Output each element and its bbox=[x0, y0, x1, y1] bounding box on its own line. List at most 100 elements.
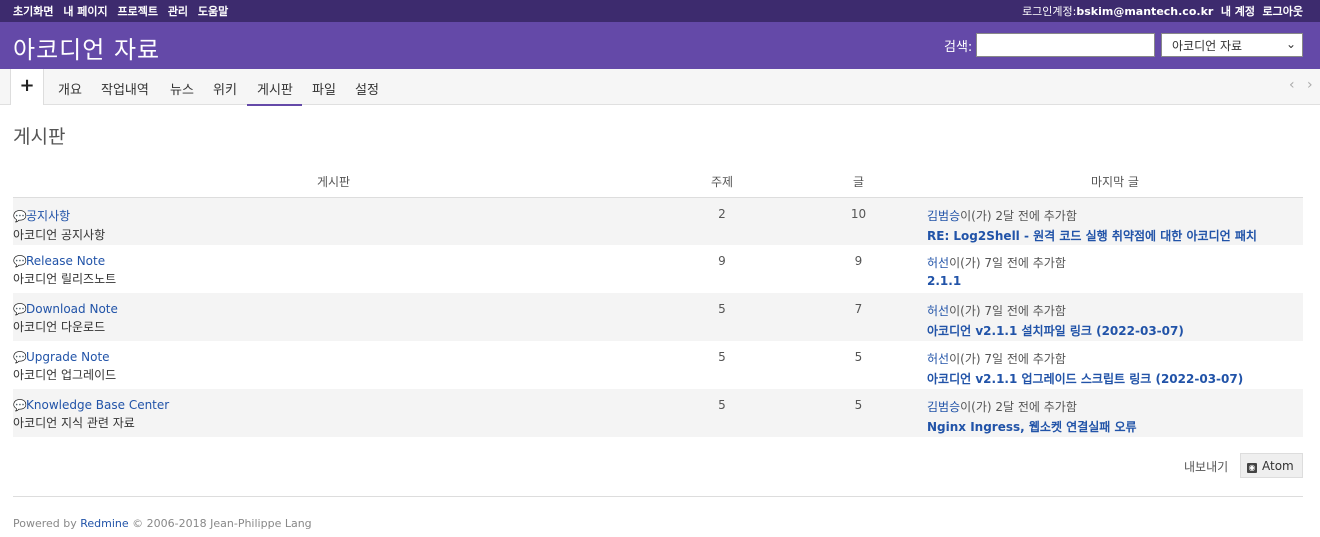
last-message-link[interactable]: 아코디언 v2.1.1 업그레이드 스크립트 링크 (2022-03-07) bbox=[927, 370, 1303, 387]
tab-settings[interactable]: 설정 bbox=[355, 79, 379, 98]
comments-icon: 💬 bbox=[13, 399, 27, 412]
table-row: 💬Release Note 아코디언 릴리즈노트 9 9 허선이(가) 7일 전에 추가… bbox=[13, 245, 1303, 293]
top-link-my-page[interactable]: 내 페이지 bbox=[63, 5, 107, 18]
board-link[interactable]: 공지사항 bbox=[26, 209, 70, 223]
last-author-link[interactable]: 허선 bbox=[927, 352, 949, 366]
table-header-row: 게시판 주제 글 마지막 글 bbox=[13, 166, 1303, 198]
atom-label: Atom bbox=[1262, 459, 1294, 473]
login-prefix: 로그인계정: bbox=[1022, 5, 1077, 18]
last-added-text: 이(가) 2달 전에 추가함 bbox=[960, 400, 1077, 414]
topics-count: 2 bbox=[654, 197, 790, 245]
board-link[interactable]: Knowledge Base Center bbox=[26, 398, 169, 412]
table-row: 💬Download Note 아코디언 다운로드 5 7 허선이(가) 7일 전에 추가… bbox=[13, 293, 1303, 341]
project-select-value: 아코디언 자료 bbox=[1172, 39, 1243, 53]
boards-table: 게시판 주제 글 마지막 글 💬공지사항 아코디언 공지사항 2 10 김범승이(가) … bbox=[13, 166, 1303, 437]
login-user[interactable]: bskim@mantech.co.kr bbox=[1076, 5, 1213, 18]
tabs-scroll-right-icon[interactable]: › bbox=[1307, 77, 1313, 93]
board-cell: 💬Download Note 아코디언 다운로드 bbox=[13, 293, 654, 341]
last-author-link[interactable]: 허선 bbox=[927, 304, 949, 318]
board-description: 아코디언 지식 관련 자료 bbox=[13, 416, 135, 430]
search-input[interactable] bbox=[976, 33, 1155, 57]
last-message-cell: 김범승이(가) 2달 전에 추가함 Nginx Ingress, 웹소켓 연결실패… bbox=[927, 389, 1303, 437]
comments-icon: 💬 bbox=[13, 303, 27, 316]
messages-count: 7 bbox=[790, 293, 927, 341]
messages-count: 10 bbox=[790, 197, 927, 245]
board-cell: 💬공지사항아코디언 공지사항 bbox=[13, 197, 654, 245]
last-added-text: 이(가) 7일 전에 추가함 bbox=[949, 304, 1066, 318]
last-message-link[interactable]: Nginx Ingress, 웹소켓 연결실패 오류 bbox=[927, 418, 1303, 435]
last-message-link[interactable]: 아코디언 v2.1.1 설치파일 링크 (2022-03-07) bbox=[927, 322, 1303, 339]
last-author-link[interactable]: 허선 bbox=[927, 256, 949, 270]
messages-count: 5 bbox=[790, 389, 927, 437]
tab-overview[interactable]: 개요 bbox=[58, 79, 82, 98]
search-label: 검색: bbox=[944, 40, 973, 55]
topics-count: 5 bbox=[654, 293, 790, 341]
top-link-help[interactable]: 도움말 bbox=[198, 5, 228, 18]
comments-icon: 💬 bbox=[13, 255, 27, 268]
tab-wiki[interactable]: 위키 bbox=[213, 79, 237, 98]
tabs-scroll-left-icon[interactable]: ‹ bbox=[1289, 77, 1295, 93]
last-message-link[interactable]: 2.1.1 bbox=[927, 274, 1303, 288]
footer-prefix: Powered by bbox=[13, 517, 81, 530]
last-message-link[interactable]: RE: Log2Shell - 원격 코드 실행 취약점에 대한 아코디언 패치 bbox=[927, 227, 1303, 244]
board-link[interactable]: Upgrade Note bbox=[26, 350, 110, 364]
col-board: 게시판 bbox=[13, 166, 654, 198]
export-label: 내보내기 bbox=[1184, 460, 1229, 474]
last-message-cell: 허선이(가) 7일 전에 추가함 2.1.1 bbox=[927, 245, 1303, 293]
top-menu: 초기화면 내 페이지 프로젝트 관리 도움말 로그인계정:bskim@mante… bbox=[0, 0, 1320, 22]
footer-suffix: © 2006-2018 Jean-Philippe Lang bbox=[128, 517, 312, 530]
board-description: 아코디언 공지사항 bbox=[13, 227, 106, 242]
last-message-cell: 김범승이(가) 2달 전에 추가함 RE: Log2Shell - 원격 코드 실… bbox=[927, 197, 1303, 245]
comments-icon: 💬 bbox=[13, 209, 27, 223]
last-message-cell: 허선이(가) 7일 전에 추가함 아코디언 v2.1.1 업그레이드 스크립트 링… bbox=[927, 341, 1303, 389]
tab-activity[interactable]: 작업내역 bbox=[101, 79, 149, 98]
project-jump-select[interactable]: 아코디언 자료 ⌄ bbox=[1161, 33, 1303, 57]
new-object-button[interactable]: + bbox=[10, 69, 44, 105]
topics-count: 5 bbox=[654, 389, 790, 437]
table-row: 💬공지사항 아코디언 공지사항 2 10 김범승이(가) 2달 전에 추가함 RE: Lo… bbox=[13, 197, 1303, 245]
atom-feed-button[interactable]: ◉ Atom bbox=[1240, 453, 1303, 478]
topics-count: 5 bbox=[718, 350, 726, 364]
messages-count: 9 bbox=[854, 254, 863, 268]
top-link-home[interactable]: 초기화면 bbox=[13, 5, 53, 18]
board-description: 아코디언 릴리즈노트 bbox=[13, 272, 117, 286]
footer-text: Powered by Redmine © 2006-2018 Jean-Phil… bbox=[13, 517, 312, 530]
page-title: 게시판 bbox=[13, 126, 66, 148]
board-link[interactable]: Download Note bbox=[26, 302, 118, 316]
project-title: 아코디언 자료 bbox=[13, 36, 161, 64]
board-cell: 💬Upgrade Note 아코디언 업그레이드 bbox=[13, 341, 654, 389]
table-row: 💬Knowledge Base Center 아코디언 지식 관련 자료 5 5 김범승… bbox=[13, 389, 1303, 437]
chevron-down-icon: ⌄ bbox=[1285, 37, 1296, 51]
redmine-link[interactable]: Redmine bbox=[80, 517, 128, 530]
header: 아코디언 자료 검색: 아코디언 자료 ⌄ bbox=[0, 22, 1320, 69]
my-account-link[interactable]: 내 계정 bbox=[1221, 5, 1255, 18]
top-menu-left: 초기화면 내 페이지 프로젝트 관리 도움말 bbox=[13, 3, 234, 19]
board-cell: 💬Release Note 아코디언 릴리즈노트 bbox=[13, 245, 654, 293]
tab-boards[interactable]: 게시판 bbox=[247, 79, 302, 106]
board-link[interactable]: Release Note bbox=[26, 254, 105, 268]
col-topics: 주제 bbox=[654, 166, 790, 198]
col-last-message: 마지막 글 bbox=[927, 166, 1303, 198]
account-menu: 로그인계정:bskim@mantech.co.kr 내 계정 로그아웃 bbox=[1018, 3, 1303, 19]
messages-count: 5 bbox=[854, 350, 863, 364]
board-description: 아코디언 업그레이드 bbox=[13, 368, 117, 382]
footer: Powered by Redmine © 2006-2018 Jean-Phil… bbox=[13, 496, 1303, 530]
last-added-text: 이(가) 7일 전에 추가함 bbox=[949, 256, 1066, 270]
topics-count: 9 bbox=[718, 254, 726, 268]
table-row: 💬Upgrade Note 아코디언 업그레이드 5 5 허선이(가) 7일 전에 추가… bbox=[13, 341, 1303, 389]
top-link-projects[interactable]: 프로젝트 bbox=[117, 5, 157, 18]
top-link-admin[interactable]: 관리 bbox=[168, 5, 188, 18]
comments-icon: 💬 bbox=[13, 351, 27, 364]
tab-files[interactable]: 파일 bbox=[312, 79, 336, 98]
feed-icon: ◉ bbox=[1247, 463, 1257, 473]
board-description: 아코디언 다운로드 bbox=[13, 320, 106, 334]
tab-news[interactable]: 뉴스 bbox=[170, 79, 194, 98]
last-added-text: 이(가) 2달 전에 추가함 bbox=[960, 208, 1077, 223]
board-cell: 💬Knowledge Base Center 아코디언 지식 관련 자료 bbox=[13, 389, 654, 437]
logout-link[interactable]: 로그아웃 bbox=[1263, 5, 1303, 18]
last-author-link[interactable]: 김범승 bbox=[927, 400, 960, 414]
last-message-cell: 허선이(가) 7일 전에 추가함아코디언 v2.1.1 설치파일 링크 (202… bbox=[927, 293, 1303, 341]
col-messages: 글 bbox=[790, 166, 927, 198]
main-menu: + 개요 작업내역 뉴스 위키 게시판 파일 설정 ‹ › bbox=[0, 69, 1320, 106]
last-author-link[interactable]: 김범승 bbox=[927, 209, 960, 223]
